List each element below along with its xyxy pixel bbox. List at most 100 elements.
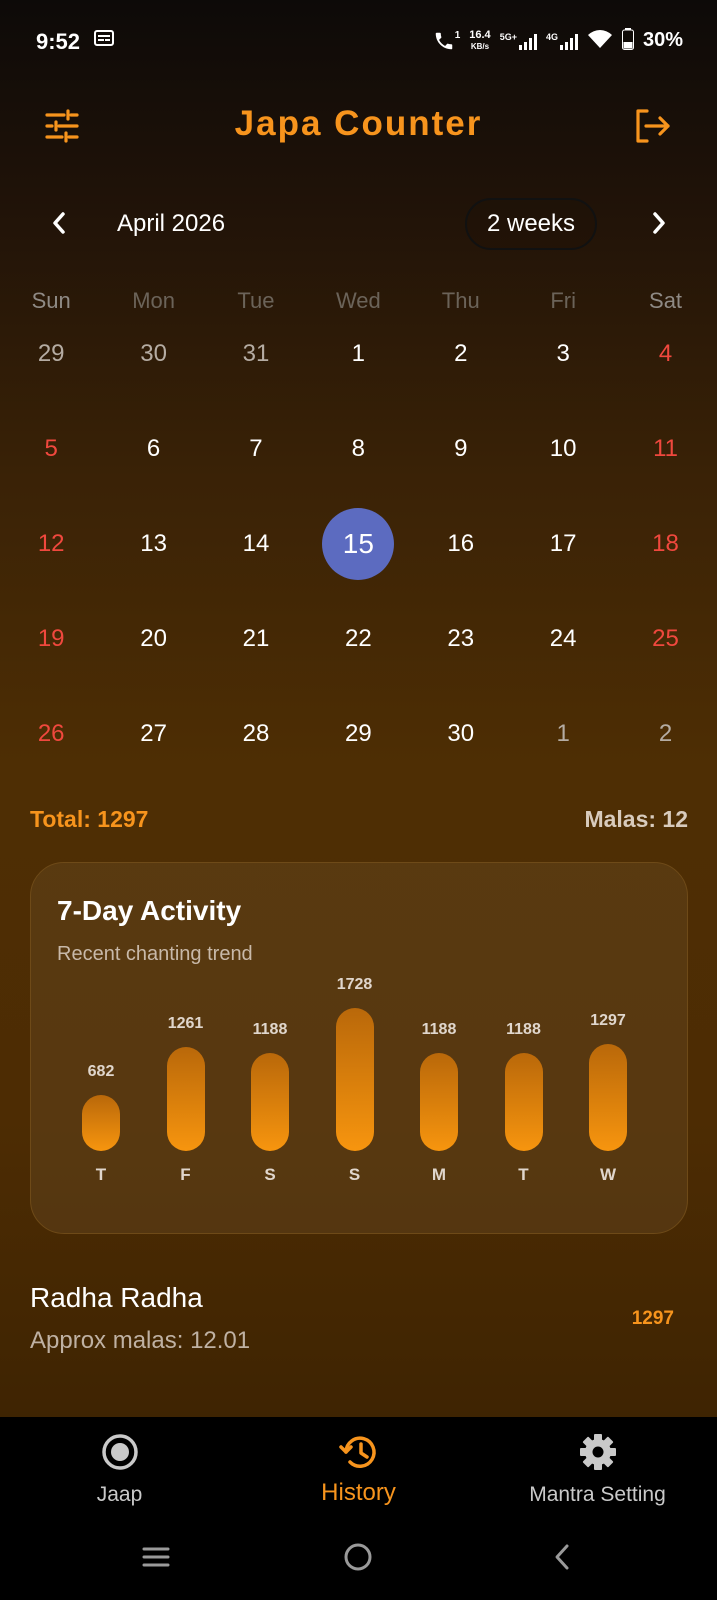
calendar-day[interactable]: 2	[410, 330, 512, 425]
calendar-day[interactable]: 5	[0, 425, 102, 520]
menu-icon[interactable]	[136, 1537, 176, 1577]
bar-day-label: S	[348, 1165, 361, 1184]
speed-value: 16.4	[469, 28, 491, 41]
status-time: 9:52	[36, 29, 81, 54]
calendar-day[interactable]: 31	[205, 330, 307, 425]
calendar-day[interactable]: 17	[512, 520, 614, 615]
history-icon	[239, 1433, 478, 1471]
calendar-day[interactable]: 14	[205, 520, 307, 615]
calendar-day[interactable]: 11	[614, 425, 716, 520]
chevron-right-icon[interactable]	[644, 208, 674, 238]
weekday-label: Wed	[335, 288, 381, 313]
system-navigation-bar	[0, 1515, 717, 1600]
wifi-call-icon: 1	[433, 29, 461, 52]
weekday-label: Mon	[132, 288, 175, 313]
bar-value-label: 1261	[167, 1015, 204, 1032]
calendar-day[interactable]: 29	[0, 330, 102, 425]
calendar-day[interactable]: 24	[512, 615, 614, 710]
signal-bars-icon	[518, 33, 537, 50]
bar-day-label: W	[599, 1165, 617, 1184]
nav-label: Mantra Setting	[529, 1483, 666, 1506]
nav-mantra-setting[interactable]: Mantra Setting	[478, 1417, 717, 1515]
calendar-day[interactable]: 10	[512, 425, 614, 520]
status-right: 1 16.4 KB/s 5G+ 4G 30%	[433, 28, 683, 53]
net-type-2: 4G	[545, 31, 558, 42]
calendar-day[interactable]: 22	[307, 615, 409, 710]
calendar-day[interactable]: 3	[512, 330, 614, 425]
home-circle-icon[interactable]	[338, 1537, 378, 1577]
calendar-day[interactable]: 1	[512, 710, 614, 805]
app-title: Japa Counter	[234, 104, 483, 143]
bar-day-label: F	[180, 1165, 191, 1184]
calendar-day[interactable]: 1	[307, 330, 409, 425]
calendar-day[interactable]: 2	[614, 710, 716, 805]
chart-bar	[166, 1047, 205, 1151]
notification-icon	[94, 30, 114, 51]
activity-chart: 682 T 1261 F 1188 S 1728 S 1188 M 1188 T 1297 W	[31, 863, 689, 1235]
signal-1: 5G+	[500, 32, 537, 50]
chart-bar	[504, 1053, 543, 1151]
logout-icon[interactable]	[632, 106, 672, 146]
bar-day-label: T	[95, 1165, 107, 1184]
calendar-day[interactable]: 21	[205, 615, 307, 710]
calendar-day-selected[interactable]: 15	[307, 508, 409, 615]
calendar-week: 26 27 28 29 30 1 2	[0, 710, 717, 805]
weekday-header: Sun Mon Tue Wed Thu Fri Sat	[0, 288, 717, 314]
calendar-day[interactable]: 19	[0, 615, 102, 710]
mantra-count: 1297	[631, 1308, 674, 1329]
status-bar: 9:52 1 16.4 KB/s 5G+ 4G 30%	[0, 0, 717, 86]
month-navigation: April 2026 2 weeks	[0, 196, 717, 256]
calendar-day[interactable]: 30	[102, 330, 204, 425]
calendar-day[interactable]: 23	[410, 615, 512, 710]
nav-label: History	[321, 1479, 396, 1506]
total-count: Total: 1297	[30, 806, 149, 832]
calendar-day[interactable]: 9	[410, 425, 512, 520]
calendar-week: 5 6 7 8 9 10 11	[0, 425, 717, 520]
back-icon[interactable]	[542, 1537, 582, 1577]
bar-value-label: 1188	[421, 1021, 457, 1038]
bar-day-label: M	[431, 1165, 447, 1184]
calendar-day[interactable]: 28	[205, 710, 307, 805]
calendar-day[interactable]: 7	[205, 425, 307, 520]
calendar-day[interactable]: 13	[102, 520, 204, 615]
nav-jaap[interactable]: Jaap	[0, 1417, 239, 1515]
call-badge: 1	[454, 29, 461, 41]
weekday-label: Sun	[31, 288, 71, 313]
signal-2: 4G	[546, 32, 578, 50]
calendar-day[interactable]: 4	[614, 330, 716, 425]
chevron-left-icon[interactable]	[44, 208, 74, 238]
summary-row: Total: 1297 Malas: 12	[30, 806, 688, 836]
month-label: April 2026	[117, 210, 226, 237]
calendar-day[interactable]: 30	[410, 710, 512, 805]
calendar-day[interactable]: 26	[0, 710, 102, 805]
activity-card: 7-Day Activity Recent chanting trend 682…	[30, 862, 688, 1234]
speed-unit: KB/s	[470, 41, 490, 51]
network-speed: 16.4 KB/s	[469, 28, 491, 52]
bar-value-label: 1297	[590, 1012, 626, 1029]
calendar-day[interactable]: 18	[614, 520, 716, 615]
calendar-day[interactable]: 8	[307, 425, 409, 520]
battery-icon	[621, 28, 634, 53]
chart-bar	[335, 1008, 374, 1151]
malas-count: Malas: 12	[584, 806, 688, 832]
signal-bars-icon	[559, 33, 578, 50]
calendar-week: 12 13 14 15 16 17 18	[0, 508, 717, 615]
nav-history[interactable]: History	[239, 1417, 478, 1515]
calendar-day[interactable]: 27	[102, 710, 204, 805]
calendar-day[interactable]: 16	[410, 520, 512, 615]
calendar-week: 29 30 31 1 2 3 4	[0, 330, 717, 425]
calendar-day[interactable]: 20	[102, 615, 204, 710]
weekday-label: Tue	[237, 288, 275, 313]
calendar-day[interactable]: 12	[0, 520, 102, 615]
calendar-format-button[interactable]: 2 weeks	[465, 198, 597, 250]
mantra-entry[interactable]: Radha Radha Approx malas: 12.01 1297	[30, 1280, 688, 1360]
chart-bar	[589, 1044, 627, 1151]
wifi-icon	[587, 29, 613, 52]
battery-percent: 30%	[642, 29, 683, 51]
calendar-day[interactable]: 6	[102, 425, 204, 520]
calendar-day[interactable]: 25	[614, 615, 716, 710]
gear-icon	[478, 1433, 717, 1471]
net-type-1: 5G+	[499, 31, 517, 42]
calendar-day[interactable]: 29	[307, 710, 409, 805]
bar-value-label: 682	[87, 1063, 115, 1080]
